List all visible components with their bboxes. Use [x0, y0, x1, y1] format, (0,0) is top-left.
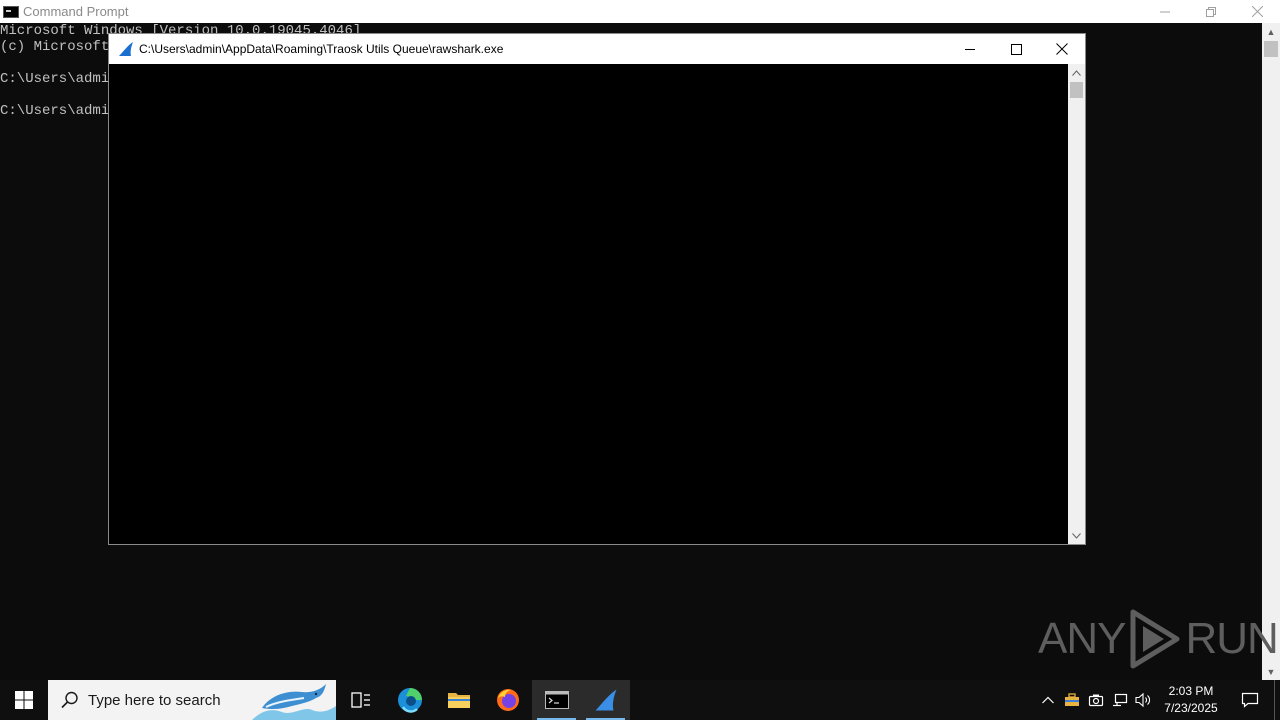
start-button[interactable] [0, 680, 48, 720]
task-view-icon [350, 692, 370, 708]
rawshark-scrollbar[interactable] [1068, 64, 1085, 544]
taskbar-search-box[interactable]: Type here to search [48, 680, 336, 720]
system-tray: 2:03 PM 7/23/2025 [1036, 680, 1280, 720]
restore-button[interactable] [1188, 0, 1234, 23]
scroll-up-arrow-icon[interactable] [1068, 64, 1085, 81]
taskbar-firefox-button[interactable] [483, 680, 532, 720]
rawshark-console[interactable] [109, 64, 1068, 544]
watermark-any-text: ANY [1038, 614, 1126, 663]
minimize-button[interactable] [947, 34, 993, 64]
rawshark-titlebar[interactable]: C:\Users\admin\AppData\Roaming\Traosk Ut… [109, 34, 1085, 64]
tray-capture-button[interactable] [1084, 680, 1108, 720]
command-prompt-scrollbar[interactable]: ▲ ▼ [1262, 23, 1280, 680]
tray-network-button[interactable] [1108, 680, 1132, 720]
command-prompt-icon [544, 691, 569, 709]
command-prompt-title: Command Prompt [23, 4, 129, 19]
clock-time: 2:03 PM [1168, 684, 1214, 698]
search-icon [61, 691, 78, 709]
volume-icon [1135, 692, 1150, 708]
action-center-button[interactable] [1226, 680, 1274, 720]
windows-logo-icon [15, 691, 33, 709]
security-briefcase-icon [1065, 693, 1079, 706]
taskbar-file-explorer-button[interactable] [434, 680, 483, 720]
play-triangle-icon [1130, 609, 1180, 669]
taskbar: Type here to search 2:03 PM 7/23/2025 [0, 680, 1280, 720]
minimize-button[interactable] [1142, 0, 1188, 23]
network-icon [1113, 693, 1128, 707]
wireshark-fin-icon [595, 689, 616, 711]
tray-security-button[interactable] [1060, 680, 1084, 720]
taskbar-edge-button[interactable] [385, 680, 434, 720]
command-prompt-titlebar[interactable]: Command Prompt [0, 0, 1280, 23]
close-icon [1056, 43, 1068, 55]
rawshark-window[interactable]: C:\Users\admin\AppData\Roaming\Traosk Ut… [108, 33, 1086, 545]
edge-browser-icon [397, 688, 422, 713]
close-button[interactable] [1039, 34, 1085, 64]
folder-icon [447, 693, 470, 708]
restore-icon [1206, 6, 1216, 17]
tray-volume-button[interactable] [1132, 680, 1156, 720]
console-line: C:\Users\admir [0, 71, 118, 87]
command-prompt-app-icon [3, 5, 19, 18]
scroll-up-arrow-icon[interactable]: ▲ [1262, 23, 1280, 40]
rawshark-title: C:\Users\admin\AppData\Roaming\Traosk Ut… [139, 42, 504, 56]
taskbar-command-prompt-button[interactable] [532, 680, 581, 720]
wireshark-fin-icon [119, 42, 133, 56]
close-button[interactable] [1234, 0, 1280, 23]
search-highlight-dolphin-icon [252, 684, 336, 720]
maximize-button[interactable] [993, 34, 1039, 64]
minimize-icon [965, 49, 975, 50]
camera-icon [1088, 694, 1104, 707]
anyrun-watermark: ANY RUN [1038, 608, 1279, 670]
show-hidden-icons-button[interactable] [1036, 680, 1060, 720]
taskbar-clock[interactable]: 2:03 PM 7/23/2025 [1156, 683, 1226, 717]
watermark-run-text: RUN [1185, 614, 1278, 663]
maximize-icon [1010, 43, 1022, 55]
show-desktop-button[interactable] [1274, 680, 1280, 720]
clock-date: 7/23/2025 [1164, 701, 1218, 715]
taskbar-rawshark-button[interactable] [581, 680, 630, 720]
scrollbar-thumb[interactable] [1264, 41, 1278, 57]
console-line: C:\Users\admir [0, 103, 118, 119]
scrollbar-thumb[interactable] [1070, 82, 1083, 98]
scroll-down-arrow-icon[interactable] [1068, 527, 1085, 544]
close-icon [1251, 6, 1263, 17]
console-line: (c) Microsoft [0, 39, 110, 55]
notification-icon [1241, 692, 1259, 708]
firefox-icon [496, 689, 519, 711]
search-placeholder: Type here to search [88, 691, 221, 709]
task-view-button[interactable] [336, 680, 385, 720]
minimize-icon [1160, 11, 1170, 12]
chevron-up-icon [1042, 696, 1054, 704]
